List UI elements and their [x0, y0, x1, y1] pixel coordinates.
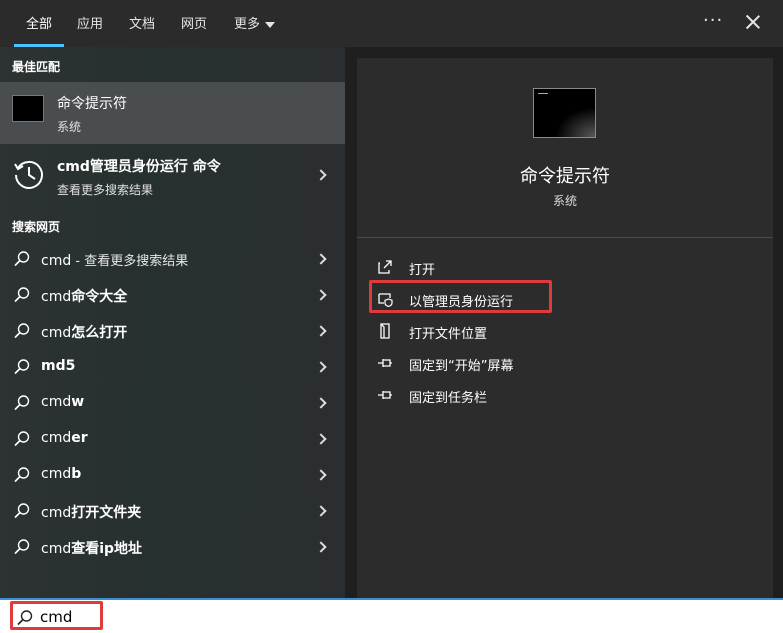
- search-icon: [14, 287, 30, 303]
- chevron-right-icon[interactable]: [315, 169, 327, 181]
- web-search-item-label: cmd打开文件夹: [41, 505, 142, 521]
- history-subtitle: 查看更多搜索结果: [57, 183, 154, 197]
- web-search-item-label: cmd查看ip地址: [41, 541, 143, 557]
- web-search-item-label: cmd - 查看更多搜索结果: [41, 253, 189, 269]
- web-search-item[interactable]: cmd怎么打开: [0, 313, 345, 349]
- chevron-right-icon[interactable]: [315, 397, 327, 409]
- close-icon[interactable]: [744, 13, 762, 31]
- more-options-icon[interactable]: ···: [703, 10, 723, 31]
- web-search-item-label: cmd怎么打开: [41, 325, 128, 341]
- search-icon: [14, 359, 30, 375]
- divider: [357, 237, 773, 238]
- web-search-item[interactable]: cmd - 查看更多搜索结果: [0, 241, 345, 277]
- web-search-item-label: md5: [41, 358, 76, 374]
- chevron-down-icon: [265, 21, 276, 28]
- command-prompt-icon: [12, 95, 44, 122]
- tab-more-label: 更多: [234, 17, 261, 32]
- preview-title: 命令提示符: [520, 166, 610, 187]
- chevron-right-icon[interactable]: [315, 469, 327, 481]
- search-icon: [14, 503, 30, 519]
- search-bar: [0, 598, 783, 633]
- chevron-right-icon[interactable]: [315, 289, 327, 301]
- tab-apps[interactable]: 应用: [77, 13, 103, 32]
- action-pin-to-start[interactable]: 固定到“开始”屏幕: [377, 349, 757, 377]
- tab-web[interactable]: 网页: [181, 13, 207, 32]
- web-search-item[interactable]: cmd查看ip地址: [0, 529, 345, 565]
- chevron-right-icon[interactable]: [315, 505, 327, 517]
- history-icon: [14, 160, 43, 189]
- action-open-file-location[interactable]: 打开文件位置: [377, 317, 757, 345]
- search-filter-tabs: 全部 应用 文档 网页 更多 ···: [0, 0, 783, 47]
- best-match-item[interactable]: 命令提示符 系统: [0, 82, 345, 144]
- search-icon: [14, 251, 30, 267]
- web-search-item-label: cmdw: [41, 394, 85, 410]
- web-search-item[interactable]: md5: [0, 349, 345, 385]
- web-search-item[interactable]: cmdw: [0, 385, 345, 421]
- action-open-file-location-label: 打开文件位置: [409, 327, 488, 342]
- highlight-search-input: [10, 601, 103, 630]
- chevron-right-icon[interactable]: [315, 325, 327, 337]
- command-prompt-large-icon: [533, 88, 596, 138]
- web-search-item-label: cmdb: [41, 466, 82, 482]
- web-search-item[interactable]: cmder: [0, 421, 345, 457]
- preview-pane: 命令提示符 系统 打开 以管理员身份运行 打开文件位置 固定到“开始”屏幕 固定…: [357, 58, 773, 598]
- search-icon: [14, 467, 30, 483]
- chevron-right-icon[interactable]: [315, 253, 327, 265]
- search-icon: [14, 395, 30, 411]
- action-open-label: 打开: [409, 263, 436, 278]
- highlight-run-as-admin: [369, 280, 552, 313]
- preview-subtitle: 系统: [552, 194, 577, 208]
- action-pin-to-taskbar[interactable]: 固定到任务栏: [377, 381, 757, 409]
- chevron-right-icon[interactable]: [315, 433, 327, 445]
- search-icon: [14, 431, 30, 447]
- tab-documents[interactable]: 文档: [129, 13, 155, 32]
- web-search-item-label: cmd命令大全: [41, 289, 128, 305]
- action-open[interactable]: 打开: [377, 253, 757, 281]
- web-search-item[interactable]: cmd打开文件夹: [0, 493, 345, 529]
- history-title: cmd管理员身份运行 命令: [57, 159, 221, 175]
- chevron-right-icon[interactable]: [315, 361, 327, 373]
- pin-icon: [378, 391, 392, 399]
- action-pin-to-start-label: 固定到“开始”屏幕: [409, 359, 514, 374]
- web-search-item-label: cmder: [41, 430, 88, 446]
- open-icon: [378, 260, 392, 274]
- chevron-right-icon[interactable]: [315, 541, 327, 553]
- history-result-item[interactable]: cmd管理员身份运行 命令 查看更多搜索结果: [0, 146, 345, 204]
- file-location-icon: [380, 323, 390, 339]
- tab-more[interactable]: 更多: [234, 13, 276, 32]
- search-icon: [14, 323, 30, 339]
- web-search-header: 搜索网页: [12, 220, 61, 234]
- best-match-title: 命令提示符: [57, 96, 127, 112]
- search-icon: [14, 539, 30, 555]
- web-search-item[interactable]: cmdb: [0, 457, 345, 493]
- tab-all[interactable]: 全部: [26, 13, 52, 32]
- action-pin-to-taskbar-label: 固定到任务栏: [409, 391, 488, 406]
- best-match-header: 最佳匹配: [12, 60, 61, 74]
- pin-icon: [378, 359, 392, 367]
- best-match-subtitle: 系统: [57, 120, 82, 134]
- web-search-item[interactable]: cmd命令大全: [0, 277, 345, 313]
